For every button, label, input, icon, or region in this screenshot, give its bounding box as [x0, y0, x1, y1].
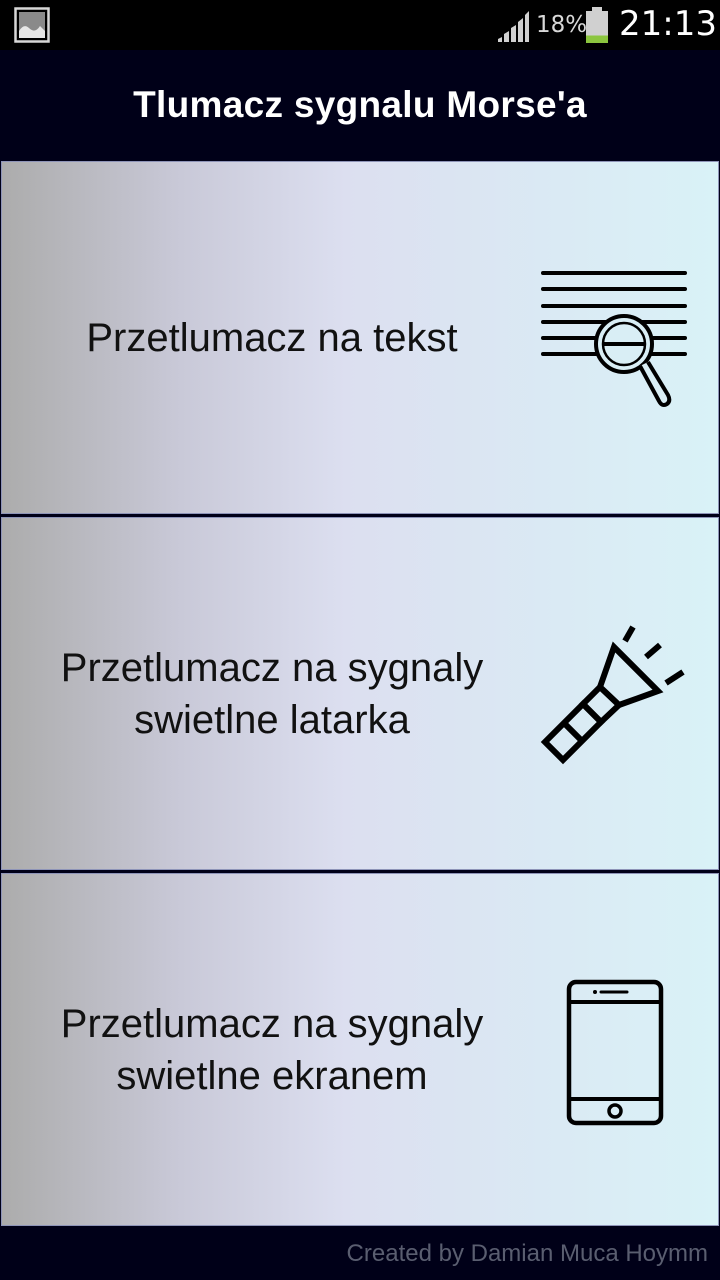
- translate-to-flashlight-button[interactable]: Przetlumacz na sygnaly swietlne latarka: [1, 517, 719, 870]
- card-label-line2: swietlne latarka: [134, 697, 410, 742]
- card-label: Przetlumacz na tekst: [12, 162, 532, 513]
- footer-credit: Created by Damian Muca Hoymm: [346, 1240, 708, 1267]
- card-label-line1: Przetlumacz na sygnaly: [60, 1001, 484, 1046]
- menu-list: Przetlumacz na tekst Przetlumacz na sygn…: [0, 160, 720, 1230]
- app-title: Tlumacz sygnalu Morse'a: [133, 84, 587, 125]
- footer: Created by Damian Muca Hoymm: [0, 1230, 720, 1280]
- clock: 21:13: [619, 4, 717, 44]
- signal-icon: [498, 11, 529, 42]
- translate-to-screen-button[interactable]: Przetlumacz na sygnaly swietlne ekranem: [1, 873, 719, 1226]
- smartphone-icon: [566, 979, 664, 1126]
- card-label: Przetlumacz na sygnaly swietlne ekranem: [12, 874, 532, 1225]
- translate-to-text-button[interactable]: Przetlumacz na tekst: [1, 161, 719, 514]
- card-label: Przetlumacz na sygnaly swietlne latarka: [12, 518, 532, 869]
- battery-icon: [586, 7, 608, 43]
- gallery-icon: [14, 7, 50, 43]
- card-label-line1: Przetlumacz na tekst: [86, 315, 458, 360]
- status-bar: 18% 21:13: [0, 0, 720, 50]
- card-label-line2: swietlne ekranem: [116, 1053, 428, 1098]
- battery-percent: 18%: [536, 12, 588, 38]
- flashlight-icon: [540, 625, 685, 765]
- text-search-icon: [541, 271, 687, 407]
- app-bar: Tlumacz sygnalu Morse'a: [0, 50, 720, 160]
- card-label-line1: Przetlumacz na sygnaly: [60, 645, 484, 690]
